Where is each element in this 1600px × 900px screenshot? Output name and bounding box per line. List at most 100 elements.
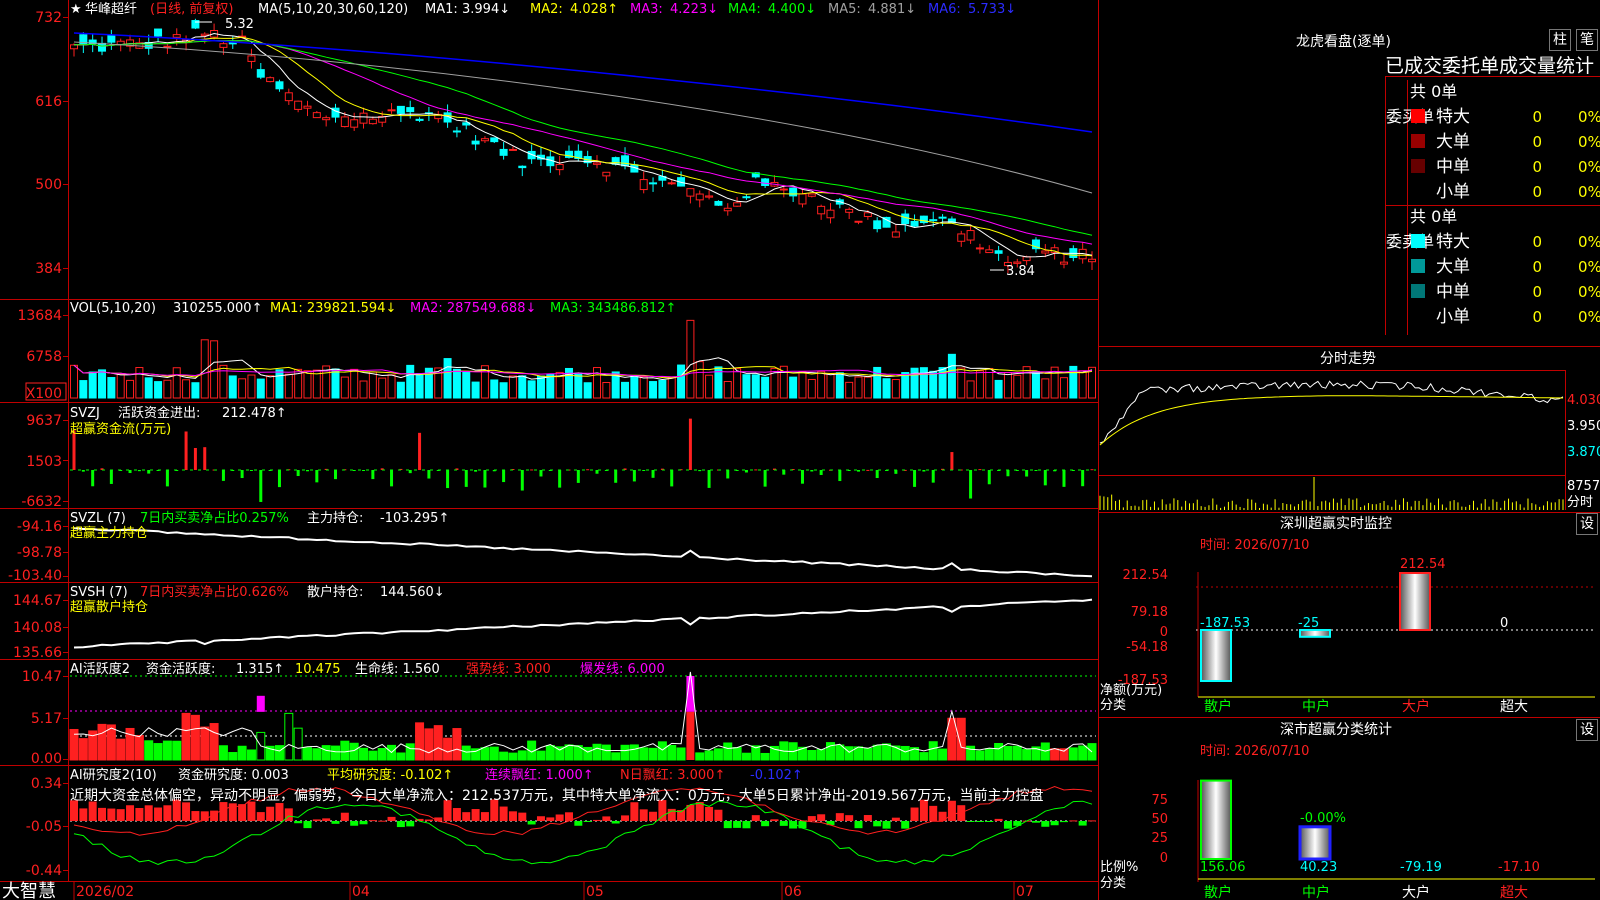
ai2-bar <box>630 802 639 821</box>
ai1-line <box>73 671 1093 754</box>
ai2-bar <box>340 812 349 821</box>
y-tick: 13684 <box>17 308 62 324</box>
ai1-bar <box>480 747 490 761</box>
row-qty: 0 <box>1532 258 1542 276</box>
ss-value: 156.06 <box>1200 860 1246 875</box>
candle-body <box>359 112 368 124</box>
candle-body <box>901 213 910 225</box>
tick-mode-button[interactable]: 笔 <box>1576 29 1598 51</box>
volume-bar <box>396 381 405 399</box>
volume-bar <box>639 376 648 399</box>
svzj-bar <box>483 470 487 488</box>
ai1-bar <box>331 745 341 761</box>
ai2-bar <box>1088 820 1096 822</box>
svzj-bar <box>334 470 338 480</box>
vol-params: VOL(5,10,20) <box>70 301 156 316</box>
ai2-bar <box>863 815 872 821</box>
ma5-label: MA5: <box>828 2 861 17</box>
candle-body <box>845 208 854 213</box>
ai1-v3: 生命线: 1.560 <box>355 661 440 677</box>
stats-title: 已成交委托单成交量统计 <box>1385 55 1594 77</box>
svzj-bar <box>875 470 879 479</box>
volume-bar <box>406 364 415 399</box>
ss-bar <box>1201 780 1231 859</box>
row-qty: 0 <box>1532 108 1542 126</box>
sz-settings-button[interactable]: 设 <box>1576 513 1598 535</box>
candle-body <box>649 182 658 185</box>
ai2-bar <box>219 802 228 821</box>
volume-bar <box>863 376 872 399</box>
x-label: 05 <box>586 884 604 900</box>
ai1-bar <box>321 745 331 761</box>
volume-bar <box>649 381 658 399</box>
ai1-bar <box>723 742 733 761</box>
ss-mid: -0.00% <box>1300 811 1346 826</box>
ai1-v1: 1.315↑ <box>236 662 284 677</box>
candle-body <box>593 162 602 165</box>
volume-bar <box>817 370 826 399</box>
volume-bar <box>835 372 844 399</box>
ai2-bar <box>387 816 396 821</box>
ss-settings-button[interactable]: 设 <box>1576 719 1598 741</box>
volume-bar <box>350 368 359 399</box>
ai1-bar <box>443 737 453 761</box>
svzl-label: 主力持仓: <box>307 511 363 526</box>
ai1-v5: 爆发线: 6.000 <box>580 661 665 677</box>
y-tick: -98.78 <box>17 545 62 561</box>
stock-chart-canvas[interactable]: 732 616 500 384 13684 6758 X100 9637 150… <box>0 0 1600 900</box>
volume-bar <box>845 381 854 399</box>
volume-bar <box>966 380 975 399</box>
candle-body <box>789 187 798 197</box>
volume-bar <box>901 372 910 399</box>
volume-bar <box>919 367 928 399</box>
ss-tick: 50 <box>1151 812 1168 827</box>
svzj-bar <box>819 470 823 475</box>
ai2-bar <box>527 821 536 825</box>
ai1-bar <box>648 747 658 761</box>
ss-tick: 75 <box>1151 793 1168 808</box>
ai1-bar <box>760 752 770 761</box>
svzj-bar <box>576 470 580 483</box>
y-tick: 10.47 <box>22 669 62 685</box>
svzj-bar <box>1043 470 1047 486</box>
row-name: 中单 <box>1436 282 1470 302</box>
svzj-bar <box>744 470 748 473</box>
volume-bar <box>677 364 686 399</box>
svzj-bar <box>651 470 655 478</box>
chart-frame <box>0 0 1600 900</box>
ai1-bar <box>209 723 219 761</box>
ai1-bar <box>190 714 200 761</box>
svzj-bar <box>390 470 394 487</box>
moving-average-lines <box>73 32 1093 258</box>
ai1-name: AI活跃度2 <box>70 661 130 677</box>
y-tick: 140.08 <box>13 620 62 636</box>
svsh-value: 144.560↓ <box>380 585 445 600</box>
ai1-bar <box>1068 747 1078 761</box>
candle-body <box>1088 258 1096 263</box>
svsh-header: SVSH (7) 7日内买卖净占比0.626% 散户持仓: 144.560↓ 超… <box>70 584 445 615</box>
ai2-bar <box>817 814 826 821</box>
sz-value: 0 <box>1500 616 1508 631</box>
ai1-bar <box>863 747 873 761</box>
row-pct: 0% <box>1578 158 1600 176</box>
svzj-bar <box>1025 470 1029 477</box>
ai2-bar <box>303 821 312 829</box>
legend-swatch <box>1411 259 1425 273</box>
volume-bar <box>527 380 536 399</box>
row-qty: 0 <box>1532 308 1542 326</box>
svzj-bar <box>922 470 926 472</box>
svzj-bar <box>838 470 842 482</box>
ai1-header: AI活跃度2 资金活跃度: 1.315↑ 10.475 生命线: 1.560 强… <box>70 661 665 677</box>
guide-lines <box>70 586 1596 822</box>
sz-tick: -54.18 <box>1126 640 1168 655</box>
row-name: 大单 <box>1436 257 1470 277</box>
ai1-bar <box>620 744 630 761</box>
ai1-bar <box>807 750 817 761</box>
bar-mode-button[interactable]: 柱 <box>1549 29 1571 51</box>
volume-bar <box>798 371 807 399</box>
volume-bar <box>172 367 181 399</box>
candle-body <box>508 148 517 151</box>
row-pct: 0% <box>1578 308 1600 326</box>
ai2-bar <box>770 819 779 821</box>
row-qty: 0 <box>1532 283 1542 301</box>
